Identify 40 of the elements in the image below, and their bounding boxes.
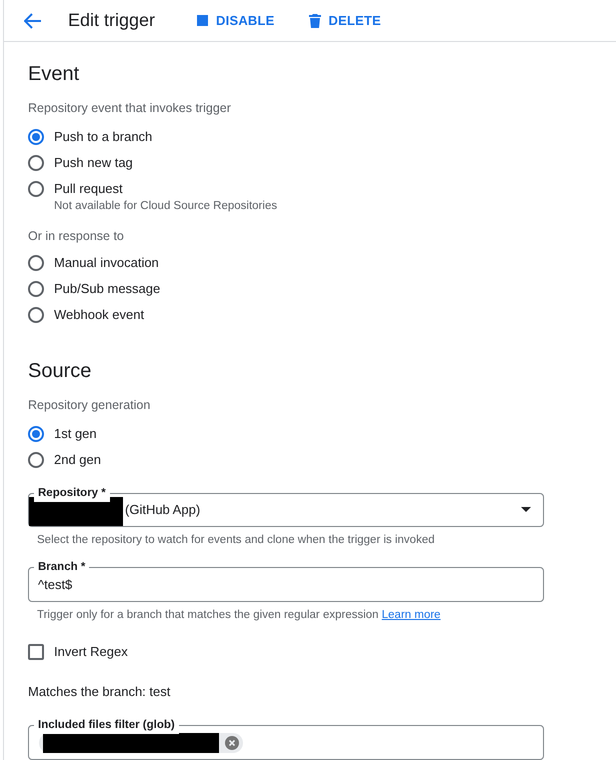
remove-chip-icon[interactable]: [225, 736, 239, 750]
radio-button[interactable]: [28, 254, 44, 271]
toolbar-button[interactable]: DELETE: [308, 10, 381, 30]
radio-label: Push new tag: [54, 154, 133, 172]
radio-label: Webhook event: [54, 306, 144, 324]
field-label: Included files filter (glob): [34, 717, 179, 734]
page-title: Edit trigger: [68, 9, 156, 32]
section-heading: Source: [28, 358, 92, 384]
field-hint: Trigger only for a branch that matches the given regular expression Learn more: [37, 608, 442, 623]
radio-label: Pull request: [54, 180, 123, 198]
field-value: ^test$: [38, 576, 72, 594]
field-hint: Select the repository to watch for events and clone when the trigger is invoked: [37, 532, 436, 548]
stop-icon: [197, 15, 208, 26]
dropdown-caret-icon: [521, 507, 531, 512]
radio-button[interactable]: [28, 128, 44, 145]
field-label: Repository *: [34, 484, 110, 502]
radio-button[interactable]: [28, 180, 44, 197]
radio-label: 2nd gen: [54, 450, 101, 469]
section-subtitle: Repository generation: [28, 396, 152, 414]
section-heading: Event: [28, 62, 80, 87]
learn-more-link[interactable]: Learn more: [382, 608, 441, 621]
radio-label: Pub/Sub message: [54, 280, 160, 298]
checkbox[interactable]: [28, 644, 44, 660]
radio-button[interactable]: [28, 426, 44, 442]
radio-label: Push to a branch: [54, 128, 152, 146]
radio-label: Manual invocation: [54, 254, 159, 272]
radio-button[interactable]: [28, 154, 44, 171]
radio-button[interactable]: [28, 306, 44, 323]
dropdown-value: (GitHub App): [125, 500, 202, 519]
radio-button[interactable]: [28, 452, 44, 468]
section-subtitle: Or in response to: [28, 228, 125, 245]
checkbox-label: Invert Regex: [54, 643, 128, 661]
radio-button[interactable]: [28, 280, 44, 297]
trash-icon: [308, 14, 321, 28]
radio-label: 1st gen: [54, 424, 97, 443]
match-text: Matches the branch: test: [28, 682, 172, 700]
option-hint: Not available for Cloud Source Repositories: [54, 198, 278, 214]
section-subtitle: Repository event that invokes trigger: [28, 100, 232, 117]
back-arrow-icon[interactable]: [24, 12, 42, 28]
toolbar-button[interactable]: DISABLE: [197, 10, 275, 30]
